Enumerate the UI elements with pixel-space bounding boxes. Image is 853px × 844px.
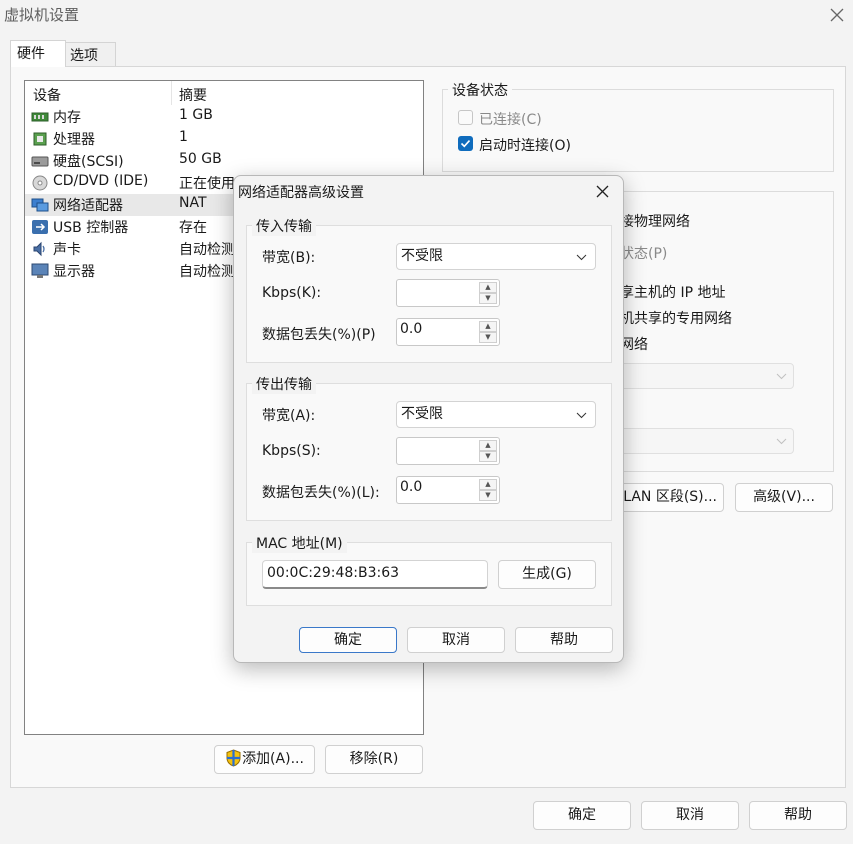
spin-up-icon[interactable]: ▲ (479, 479, 497, 490)
generate-mac-button[interactable]: 生成(G) (498, 560, 596, 589)
outgoing-kbps-label: Kbps(S): (262, 443, 321, 459)
monitor-icon (31, 263, 49, 278)
spin-down-icon[interactable]: ▼ (479, 490, 497, 501)
network-adapter-advanced-dialog: 网络适配器高级设置 传入传输 带宽(B): 不受限 Kbps(K): ▲ ▼ 数… (233, 175, 624, 663)
replicate-state-label[interactable]: 状态(P) (620, 243, 667, 263)
device-summary: 1 (179, 129, 188, 145)
mac-address-input[interactable]: 00:0C:29:48:B3:63 (262, 560, 488, 589)
host-only-option-label[interactable]: 机共享的专用网络 (620, 308, 732, 328)
outgoing-transfer-title: 传出传输 (252, 374, 316, 394)
custom-option-label[interactable]: 网络 (620, 334, 648, 354)
chevron-down-icon (576, 254, 587, 261)
incoming-loss-value: 0.0 (400, 321, 423, 337)
network-adapter-icon (31, 198, 49, 212)
chevron-down-icon (776, 438, 787, 445)
device-summary: NAT (179, 195, 207, 211)
memory-icon (31, 112, 49, 122)
mac-address-title: MAC 地址(M) (252, 533, 347, 553)
device-summary: 自动检测 (179, 264, 235, 280)
outgoing-bandwidth-select[interactable]: 不受限 (396, 401, 596, 428)
device-status-title: 设备状态 (448, 80, 512, 100)
device-name: CD/DVD (IDE) (53, 173, 149, 189)
device-summary: 50 GB (179, 151, 222, 167)
bridged-option-label[interactable]: 接物理网络 (620, 211, 690, 231)
incoming-bandwidth-select[interactable]: 不受限 (396, 243, 596, 270)
spin-down-icon[interactable]: ▼ (479, 293, 497, 304)
device-name: 内存 (53, 110, 81, 126)
outgoing-bandwidth-label: 带宽(A): (262, 408, 316, 424)
outgoing-bandwidth-value: 不受限 (401, 406, 443, 422)
outgoing-loss-spinbox[interactable]: 0.0 ▲ ▼ (396, 476, 500, 504)
cpu-icon (33, 132, 47, 146)
dialog-cancel-button[interactable]: 取消 (407, 627, 505, 653)
shield-icon (226, 749, 241, 767)
advanced-button[interactable]: 高级(V)... (735, 483, 833, 512)
column-separator (171, 81, 172, 105)
device-summary: 正在使用 (179, 176, 235, 192)
outgoing-loss-label: 数据包丢失(%)(L): (262, 485, 380, 501)
connected-label: 已连接(C) (479, 112, 542, 128)
device-name: 声卡 (53, 242, 81, 258)
tab-hardware[interactable]: 硬件 (10, 40, 66, 67)
close-icon (596, 185, 608, 198)
incoming-kbps-label: Kbps(K): (262, 285, 322, 301)
checkmark-icon (460, 140, 471, 148)
device-row-cpu[interactable]: 处理器 1 (25, 128, 423, 150)
window-close-button[interactable] (826, 2, 848, 28)
device-name: 硬盘(SCSI) (53, 154, 124, 170)
incoming-bandwidth-label: 带宽(B): (262, 250, 316, 266)
device-summary: 存在 (179, 220, 207, 236)
hard-disk-icon (31, 156, 49, 167)
device-column-header[interactable]: 设备 (33, 85, 61, 105)
help-button[interactable]: 帮助 (749, 801, 847, 830)
device-summary: 自动检测 (179, 242, 235, 258)
device-status-group (442, 89, 834, 172)
lan-segment-select[interactable] (620, 428, 794, 454)
spin-down-icon[interactable]: ▼ (479, 332, 497, 343)
connect-on-power-label: 启动时连接(O) (479, 138, 571, 154)
dialog-close-button[interactable] (590, 180, 614, 204)
device-name: 显示器 (53, 264, 95, 280)
add-device-button[interactable]: 添加(A)... (214, 745, 315, 774)
incoming-loss-spinbox[interactable]: 0.0 ▲ ▼ (396, 318, 500, 346)
device-name: 处理器 (53, 132, 95, 148)
custom-network-select[interactable] (620, 363, 794, 389)
incoming-kbps-spinbox[interactable]: ▲ ▼ (396, 279, 500, 307)
cd-dvd-icon (32, 175, 48, 191)
device-name: 网络适配器 (53, 198, 123, 214)
spin-up-icon[interactable]: ▲ (479, 321, 497, 332)
incoming-loss-label: 数据包丢失(%)(P) (262, 327, 376, 343)
sound-icon (33, 241, 45, 257)
dialog-ok-button[interactable]: 确定 (299, 627, 397, 653)
device-row-memory[interactable]: 内存 1 GB (25, 106, 423, 128)
spin-down-icon[interactable]: ▼ (479, 451, 497, 462)
add-button-label: 添加(A)... (242, 751, 304, 767)
dialog-title: 网络适配器高级设置 (238, 185, 364, 201)
incoming-bandwidth-value: 不受限 (401, 248, 443, 264)
device-name: USB 控制器 (53, 220, 129, 236)
chevron-down-icon (576, 412, 587, 419)
incoming-transfer-title: 传入传输 (252, 216, 316, 236)
usb-icon (32, 220, 48, 234)
remove-device-button[interactable]: 移除(R) (325, 745, 423, 774)
spin-up-icon[interactable]: ▲ (479, 440, 497, 451)
device-summary: 1 GB (179, 107, 213, 123)
outgoing-loss-value: 0.0 (400, 479, 423, 495)
device-row-hard-disk[interactable]: 硬盘(SCSI) 50 GB (25, 150, 423, 172)
cancel-button[interactable]: 取消 (641, 801, 739, 830)
close-icon (830, 8, 844, 22)
spin-up-icon[interactable]: ▲ (479, 282, 497, 293)
tab-options[interactable]: 选项 (66, 42, 116, 66)
summary-column-header[interactable]: 摘要 (179, 85, 207, 105)
ok-button[interactable]: 确定 (533, 801, 631, 830)
connect-on-power-checkbox[interactable] (458, 136, 473, 151)
chevron-down-icon (776, 373, 787, 380)
window-title: 虚拟机设置 (4, 6, 80, 24)
dialog-help-button[interactable]: 帮助 (515, 627, 613, 653)
outgoing-kbps-spinbox[interactable]: ▲ ▼ (396, 437, 500, 465)
nat-option-label[interactable]: 享主机的 IP 地址 (620, 282, 725, 302)
connected-checkbox[interactable] (458, 110, 473, 125)
